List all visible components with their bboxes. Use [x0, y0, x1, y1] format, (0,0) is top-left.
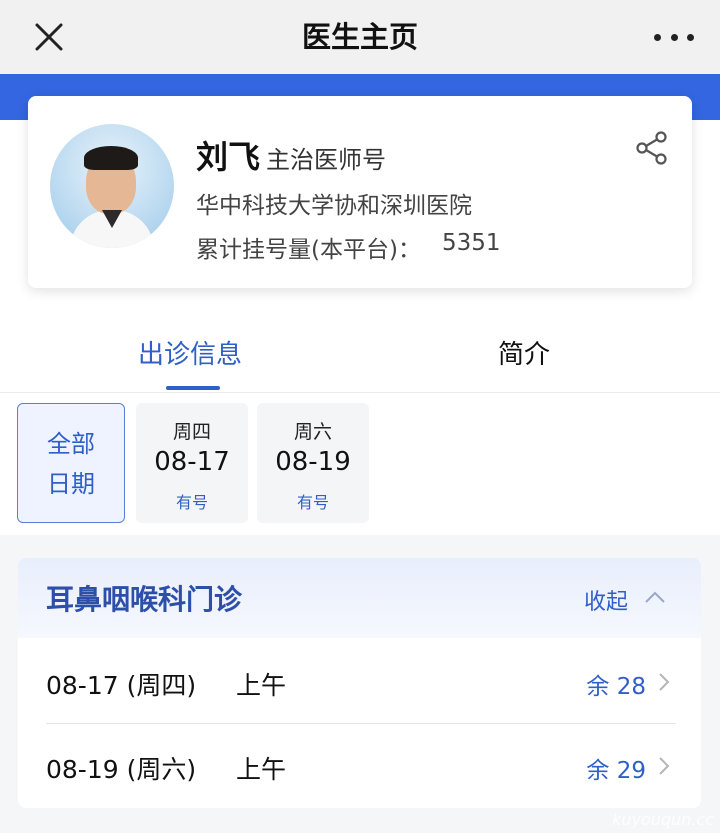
doctor-title: 主治医师号 [266, 146, 386, 174]
slot-period: 上午 [236, 755, 287, 784]
tab-intro[interactable]: 简介 [498, 334, 550, 371]
slot-remaining: 余 29 [586, 758, 646, 784]
top-bar: 医生主页 [0, 0, 720, 74]
all-dates-line2: 日期 [47, 470, 95, 498]
chevron-right-icon [659, 757, 670, 775]
divider [0, 392, 720, 393]
doctor-name: 刘飞 [196, 138, 261, 176]
date-chip-date: 08-19 [275, 447, 351, 477]
doctor-card: 刘飞 主治医师号 华中科技大学协和深圳医院 累计挂号量(本平台)： 5351 [28, 96, 692, 288]
department-name: 耳鼻咽喉科门诊 [46, 583, 243, 616]
date-chip-weekday: 周四 [172, 421, 211, 443]
chevron-right-icon [659, 673, 670, 691]
watermark: kuyouqun.cc [612, 810, 714, 829]
chevron-up-icon[interactable] [644, 590, 666, 604]
doctor-hospital: 华中科技大学协和深圳医院 [196, 193, 472, 219]
all-dates-button[interactable]: 全部 日期 [17, 403, 125, 523]
tab-bar: 出诊信息 简介 [0, 320, 720, 392]
date-chip-availability: 有号 [296, 493, 329, 512]
schedule-slot[interactable]: 08-17 (周四) 上午 余 28 [46, 640, 676, 724]
share-icon[interactable] [634, 130, 670, 166]
date-chip-weekday: 周六 [293, 421, 332, 443]
department-header: 耳鼻咽喉科门诊 收起 [18, 558, 701, 638]
tab-schedule[interactable]: 出诊信息 [138, 334, 242, 371]
date-chip[interactable]: 周四 08-17 有号 [136, 403, 248, 523]
registration-count-label: 累计挂号量(本平台)： [196, 237, 421, 263]
date-chip-availability: 有号 [175, 493, 208, 512]
slot-remaining: 余 28 [586, 674, 646, 700]
slot-date: 08-17 (周四) [46, 671, 197, 700]
all-dates-line1: 全部 [47, 430, 95, 458]
collapse-button[interactable]: 收起 [584, 584, 628, 616]
slot-date: 08-19 (周六) [46, 755, 197, 784]
slot-period: 上午 [236, 671, 287, 700]
active-tab-indicator [166, 386, 220, 390]
date-chip-date: 08-17 [154, 447, 230, 477]
date-selector: 全部 日期 周四 08-17 有号 周六 08-19 有号 [0, 400, 720, 530]
registration-count-value: 5351 [442, 230, 501, 256]
date-chip[interactable]: 周六 08-19 有号 [257, 403, 369, 523]
schedule-slot[interactable]: 08-19 (周六) 上午 余 29 [46, 724, 676, 808]
more-dots-icon[interactable] [654, 28, 694, 46]
page-title: 医生主页 [301, 20, 418, 54]
avatar [50, 124, 174, 248]
department-card: 耳鼻咽喉科门诊 收起 08-17 (周四) 上午 余 28 08-19 (周六)… [18, 558, 701, 808]
